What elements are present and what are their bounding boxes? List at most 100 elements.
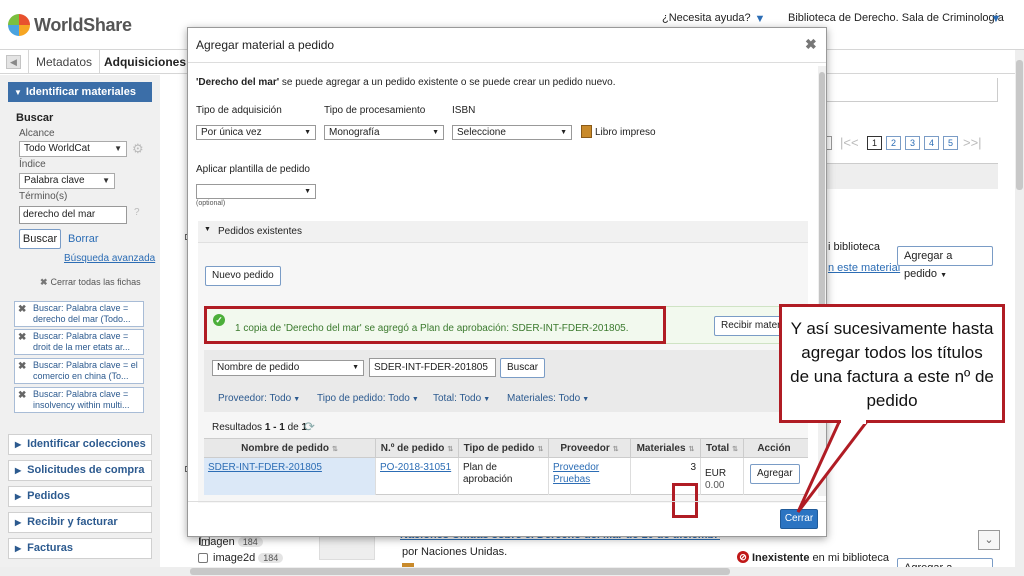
facet-label: Buscar: Palabra clave = insolvency withi… — [33, 389, 130, 410]
chevron-down-icon[interactable]: ▼ — [986, 9, 1006, 29]
header-label: Total — [705, 443, 730, 454]
search-facet[interactable]: ✖ Buscar: Palabra clave = el comercio en … — [14, 358, 144, 384]
search-by-select[interactable]: Nombre de pedido — [212, 360, 364, 376]
annotation-callout: Y así sucesivamente hasta agregar todos … — [779, 304, 1005, 423]
remove-icon[interactable]: ✖ — [18, 361, 26, 372]
page-button[interactable]: 5 — [943, 136, 958, 150]
order-name-link[interactable]: SDER-INT-FDER-201805 — [208, 462, 322, 473]
sidebar-item-purchase-requests[interactable]: ▶ Solicitudes de compra — [8, 460, 152, 481]
search-by-value: Nombre de pedido — [217, 362, 300, 373]
order-search-button[interactable]: Buscar — [500, 358, 546, 378]
remove-icon[interactable]: ✖ — [18, 390, 26, 401]
column-header[interactable]: Tipo de pedido ⇅ — [459, 439, 549, 459]
tab-metadata[interactable]: Metadatos — [28, 50, 100, 74]
help-link[interactable]: ¿Necesita ayuda? — [662, 12, 751, 24]
dialog-title: Agregar material a pedido — [196, 38, 335, 52]
new-order-button[interactable]: Nuevo pedido — [205, 266, 281, 286]
sort-icon: ⇅ — [331, 446, 338, 453]
close-all-tabs[interactable]: ✖ Cerrar todas las fichas — [40, 277, 141, 288]
checkbox[interactable] — [198, 553, 208, 563]
column-header[interactable]: N.º de pedido ⇅ — [376, 439, 459, 459]
page-button[interactable]: 2 — [886, 136, 901, 150]
column-header[interactable]: Materiales ⇅ — [631, 439, 701, 459]
close-button[interactable]: Cerrar — [780, 509, 818, 529]
supplier-cell[interactable]: Proveedor Pruebas — [549, 458, 631, 495]
worldshare-logo[interactable]: WorldShare — [8, 12, 132, 38]
close-icon[interactable]: ✖ — [805, 36, 817, 53]
filter-order-type[interactable]: Tipo de pedido: Todo ▼ — [317, 393, 419, 404]
index-select[interactable]: Palabra clave — [19, 173, 115, 189]
terms-label: Término(s) — [19, 191, 68, 202]
facet-image2d[interactable]: image2d 184 — [213, 552, 284, 564]
search-button[interactable]: Buscar — [19, 229, 61, 249]
sort-icon: ⇅ — [612, 446, 619, 453]
acquisition-type-label: Tipo de adquisición — [196, 105, 282, 116]
facet-image[interactable]: Imagen 184 — [198, 536, 263, 548]
scroll-down-button[interactable]: ⌄ — [978, 530, 1000, 550]
processing-type-select[interactable]: Monografía — [324, 125, 444, 140]
table-row[interactable]: SDER-INT-FDER-201805 PO-2018-31051 Plan … — [204, 458, 808, 495]
order-number-cell[interactable]: PO-2018-31051 — [376, 458, 459, 495]
search-facet[interactable]: ✖ Buscar: Palabra clave = droit de la mer… — [14, 329, 144, 355]
sidebar-item-orders[interactable]: ▶ Pedidos — [8, 486, 152, 507]
add-button[interactable]: Agregar — [750, 464, 800, 484]
filter-materials[interactable]: Materiales: Todo ▼ — [507, 393, 589, 404]
isbn-select[interactable]: Seleccione — [452, 125, 572, 140]
add-to-order-dialog: Agregar material a pedido ✖ 'Derecho del… — [187, 27, 827, 537]
library-name[interactable]: Biblioteca de Derecho. Sala de Criminolo… — [788, 12, 1004, 24]
add-to-order-button[interactable]: Agregar a pedido ▼ — [897, 246, 993, 280]
scrollbar-thumb[interactable] — [1016, 60, 1023, 190]
advanced-search-link[interactable]: Búsqueda avanzada — [64, 253, 155, 264]
column-header[interactable]: Nombre de pedido ⇅ — [204, 439, 376, 459]
last-page-icon[interactable]: >>| — [963, 135, 982, 150]
order-name-cell[interactable]: SDER-INT-FDER-201805 — [204, 458, 376, 495]
page-button[interactable]: 4 — [924, 136, 939, 150]
dialog-intro: 'Derecho del mar' se puede agregar a un … — [196, 77, 796, 88]
search-facet[interactable]: ✖ Buscar: Palabra clave = insolvency with… — [14, 387, 144, 413]
existing-orders-section[interactable]: ▼ Pedidos existentes — [198, 221, 808, 243]
sidebar-item-receive-invoice[interactable]: ▶ Recibir y facturar — [8, 512, 152, 533]
filter-total[interactable]: Total: Todo ▼ — [433, 393, 490, 404]
sidebar-item-invoices[interactable]: ▶ Facturas — [8, 538, 152, 559]
terms-input[interactable]: derecho del mar — [19, 206, 127, 224]
column-header[interactable]: Proveedor ⇅ — [549, 439, 631, 459]
optional-note: (optional) — [196, 200, 226, 207]
page-button[interactable]: 1 — [867, 136, 882, 150]
column-header[interactable]: Total ⇅ — [701, 439, 744, 459]
scrollbar-thumb[interactable] — [819, 72, 825, 312]
nav-label: Identificar colecciones — [27, 438, 146, 450]
not-in-library-prefix: Inexistente — [752, 552, 810, 564]
sidebar-item-collections[interactable]: ▶ Identificar colecciones — [8, 434, 152, 455]
format-label: Libro impreso — [595, 127, 656, 138]
tab-acquisitions[interactable]: Adquisiciones — [100, 50, 190, 74]
remove-icon[interactable]: ✖ — [18, 304, 26, 315]
help-icon[interactable]: ? — [134, 207, 144, 219]
header-label: Tipo de pedido — [463, 443, 535, 454]
sidebar-section-identify-materials[interactable]: ▼ Identificar materiales — [8, 82, 152, 102]
scrollbar-thumb[interactable] — [190, 568, 730, 575]
first-page-icon[interactable]: |<< — [840, 135, 859, 150]
template-select[interactable] — [196, 184, 316, 199]
order-number-link[interactable]: PO-2018-31051 — [380, 462, 451, 473]
supplier-link[interactable]: Proveedor Pruebas — [553, 462, 599, 485]
caret-down-icon: ▼ — [411, 396, 419, 403]
search-facet[interactable]: ✖ Buscar: Palabra clave = derecho del mar… — [14, 301, 144, 327]
chevron-down-icon: ⌄ — [984, 534, 994, 546]
collapse-sidebar-button[interactable]: ◀ — [6, 55, 21, 69]
clear-button[interactable]: Borrar — [68, 233, 99, 245]
remove-icon[interactable]: ✖ — [18, 332, 26, 343]
bg-panel — [818, 78, 998, 102]
filter-supplier[interactable]: Proveedor: Todo ▼ — [218, 393, 300, 404]
callout-text: Y así sucesivamente hasta agregar todos … — [790, 319, 994, 410]
refresh-icon[interactable]: ⟳ — [304, 419, 315, 435]
header-label: N.º de pedido — [380, 443, 445, 454]
acquisition-type-select[interactable]: Por única vez — [196, 125, 316, 140]
order-search-input[interactable]: SDER-INT-FDER-201805 — [369, 358, 496, 377]
chevron-down-icon[interactable]: ▼ — [750, 9, 770, 29]
caret-down-icon: ▼ — [483, 396, 491, 403]
in-this-material-link[interactable]: n este material — [828, 262, 900, 274]
gear-icon[interactable]: ⚙ — [132, 141, 144, 157]
scope-select[interactable]: Todo WorldCat — [19, 141, 127, 157]
page-button[interactable]: 3 — [905, 136, 920, 150]
nav-label: Recibir y facturar — [27, 516, 118, 528]
